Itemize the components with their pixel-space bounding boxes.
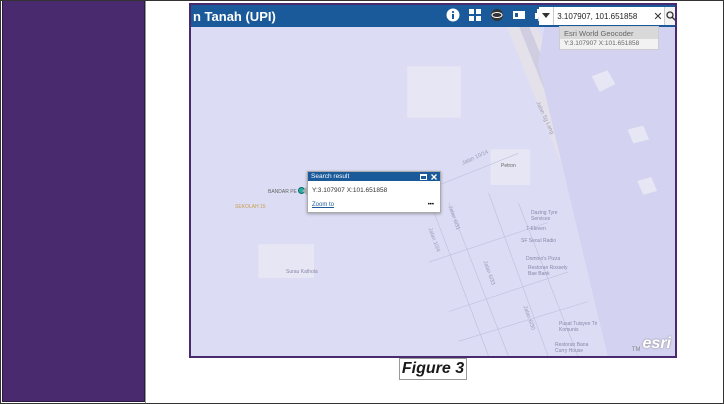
search-box: 3.107907, 101.651858 ✕: [539, 7, 675, 25]
map-label-petrol: Petron: [501, 163, 516, 169]
toolbar: [445, 7, 549, 23]
esri-attribution: TM esri: [632, 335, 671, 353]
map-label-dominos: Domino's Pizza: [526, 256, 561, 262]
popup-title: Search result: [311, 173, 350, 180]
search-button[interactable]: [663, 7, 675, 25]
layers-icon[interactable]: [489, 7, 505, 23]
esri-logo: esri: [642, 335, 671, 352]
map-label-bakery: Restoran Rossely Bae Bank: [528, 265, 568, 277]
map-label-sf: SF Seoul Radio: [521, 238, 557, 244]
search-input[interactable]: 3.107907, 101.651858: [554, 7, 653, 25]
search-result-popup: Search result Y:3.107907 X:101.651858 Zo…: [302, 171, 441, 213]
info-icon[interactable]: [445, 7, 461, 23]
popup-footer: Zoom to •••: [308, 194, 440, 208]
trademark-label: TM: [631, 347, 641, 353]
suggestion-source: Esri World Geocoder: [560, 27, 658, 39]
document-page: n Tanah (UPI) 3.107907, 101.651858 ✕ Esr…: [0, 0, 724, 404]
search-suggestions: Esri World Geocoder Y:3.107907 X:101.651…: [559, 26, 659, 50]
clear-icon[interactable]: ✕: [652, 7, 664, 25]
popup-content: Y:3.107907 X:101.651858: [312, 187, 388, 194]
left-purple-panel: [2, 0, 145, 402]
popup-pointer: [302, 186, 308, 196]
close-icon[interactable]: [431, 173, 437, 180]
map-label-pusat: Pusat Tuisyen Tri Komunis: [559, 321, 598, 333]
app-header: n Tanah (UPI) 3.107907, 101.651858 ✕: [191, 5, 675, 27]
search-icon: [666, 11, 675, 21]
suggestion-item[interactable]: Y:3.107907 X:101.651858: [560, 39, 658, 48]
map-label-dazing: Dazing Tyre Services: [531, 210, 558, 222]
map-label-bandar: BANDAR PE: [268, 189, 297, 195]
map-label-sekolah: SEKOLAH 15: [235, 204, 266, 210]
grid-icon[interactable]: [467, 7, 483, 23]
column-divider: [145, 0, 146, 404]
chevron-down-icon: [542, 13, 551, 18]
map-label-eleven: 7-Eleven: [526, 226, 546, 232]
map-screenshot-frame: n Tanah (UPI) 3.107907, 101.651858 ✕ Esr…: [189, 3, 677, 358]
figure-caption: Figure 3: [399, 358, 467, 380]
more-actions-button[interactable]: •••: [428, 202, 434, 208]
map-label-katholik: Surau Kathola: [286, 269, 318, 275]
search-source-dropdown[interactable]: [539, 7, 555, 25]
basemap-icon[interactable]: [511, 7, 527, 23]
popup-header: Search result: [308, 172, 440, 181]
maximize-icon[interactable]: [420, 173, 427, 180]
map-label-restoran: Restoran Bana Curry House: [555, 342, 589, 354]
app-title: n Tanah (UPI): [193, 8, 276, 24]
zoom-to-link[interactable]: Zoom to: [312, 202, 334, 208]
